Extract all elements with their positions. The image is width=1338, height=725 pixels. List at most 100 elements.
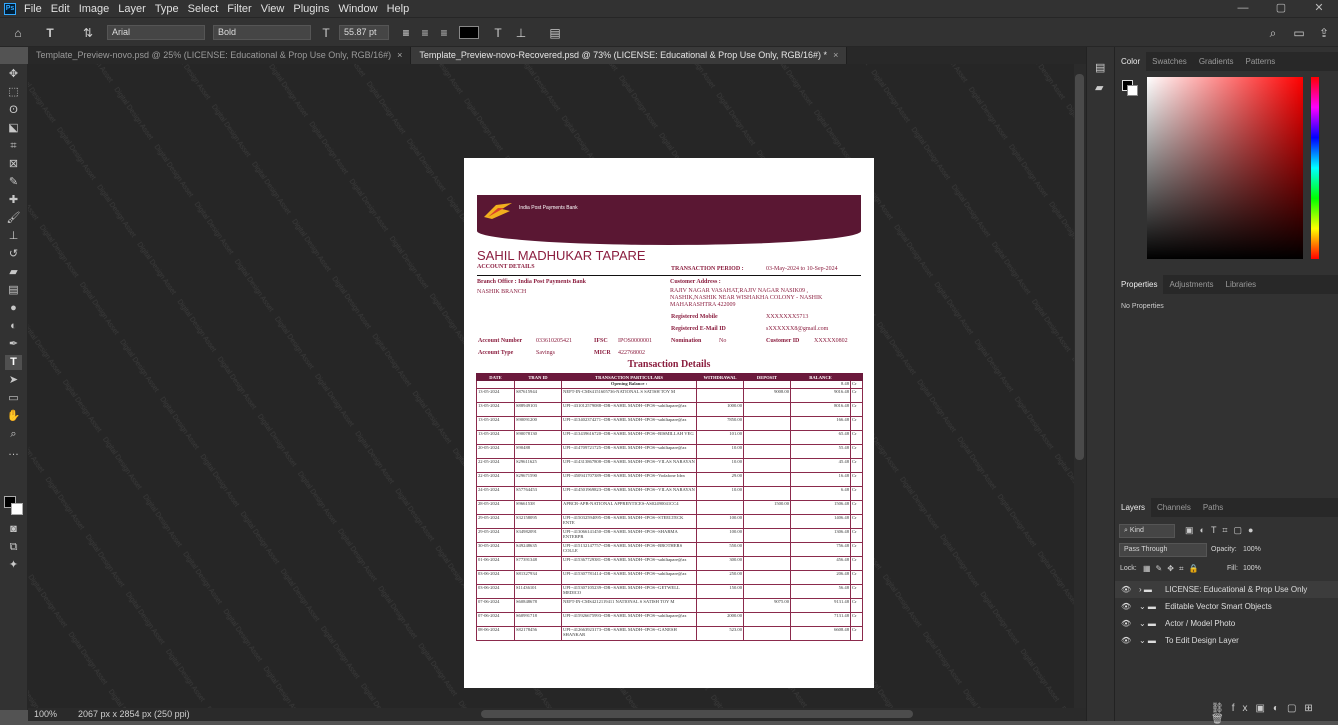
background-color-swatch[interactable] [11,503,23,515]
visibility-eye-icon[interactable]: 👁 [1121,581,1131,598]
menu-help[interactable]: Help [387,3,410,15]
comments-panel-icon[interactable]: ▰ [1095,81,1103,94]
blur-tool-icon[interactable]: ● [5,301,22,316]
color-picker-field[interactable] [1147,77,1303,259]
more-tools-icon[interactable]: … [5,445,22,460]
align-center-icon[interactable]: ≡ [417,25,433,41]
tab-channels[interactable]: Channels [1151,498,1197,517]
customer-id-label: Customer ID [766,338,800,344]
brush-tool-icon[interactable]: 🖌 [5,211,22,226]
quick-mask-icon[interactable]: ◙ [5,522,22,537]
canvas-area[interactable]: Digital Design Asset India Post Payments… [28,64,1086,708]
zoom-level[interactable]: 100% [34,709,57,719]
tab-gradients[interactable]: Gradients [1193,52,1240,71]
horizontal-scroll-thumb[interactable] [481,710,913,718]
eyedropper-tool-icon[interactable]: ✎ [5,175,22,190]
menu-file[interactable]: File [24,3,42,15]
layer-row[interactable]: 👁 ⌄ ▬ Actor / Model Photo [1115,615,1338,632]
gradient-tool-icon[interactable]: ▤ [5,283,22,298]
eraser-tool-icon[interactable]: ▰ [5,265,22,280]
healing-brush-icon[interactable]: ✚ [5,193,22,208]
font-size-field[interactable]: 55.87 pt [339,25,389,40]
rectangle-tool-icon[interactable]: ▭ [5,391,22,406]
share-icon[interactable]: ⇪ [1316,25,1332,41]
bank-statement-document[interactable]: India Post Payments Bank SAHIL MADHUKAR … [464,158,874,688]
minimize-button[interactable]: — [1224,0,1262,17]
photoshop-logo-icon[interactable]: Ps [4,2,16,15]
visibility-eye-icon[interactable]: 👁 [1121,598,1131,615]
table-cell: Cr [850,416,863,431]
tab-patterns[interactable]: Patterns [1240,52,1282,71]
background-color-swatch[interactable] [1127,85,1138,96]
maximize-button[interactable]: ▢ [1262,0,1300,17]
lock-icons[interactable]: ▦✎✥⌗🔒 [1143,564,1203,574]
screen-mode-icon[interactable]: ⧉ [5,540,22,555]
layer-row[interactable]: 👁 ⌄ ▬ To Edit Design Layer [1115,632,1338,649]
marquee-tool-icon[interactable]: ⬚ [5,85,22,100]
close-tab-icon[interactable]: × [833,50,838,60]
tab-paths[interactable]: Paths [1197,498,1229,517]
clone-stamp-icon[interactable]: ⊥ [5,229,22,244]
menu-filter[interactable]: Filter [227,3,251,15]
tab-libraries[interactable]: Libraries [1220,275,1263,294]
home-icon[interactable]: ⌂ [10,25,26,41]
visibility-eye-icon[interactable]: 👁 [1121,632,1131,649]
dodge-tool-icon[interactable]: ◐ [5,319,22,334]
layer-actions-icons[interactable]: ⛓fx▣◐▢⊞🗑 [1211,703,1338,725]
layer-filter-kind[interactable]: ⌕ Kind [1119,524,1175,538]
object-select-tool-icon[interactable]: ⬕ [5,121,22,136]
menu-plugins[interactable]: Plugins [293,3,329,15]
character-panel-icon[interactable]: ▤ [547,25,563,41]
history-brush-icon[interactable]: ↺ [5,247,22,262]
tab-layers[interactable]: Layers [1115,498,1152,517]
layer-row[interactable]: 👁 › ▬ LICENSE: Educational & Prop Use Only [1115,581,1338,598]
menu-select[interactable]: Select [188,3,219,15]
move-tool-icon[interactable]: ✥ [5,67,22,82]
type-tool-icon[interactable]: T [42,25,58,41]
search-icon[interactable]: ⌕ [1265,25,1281,41]
toggle-orientation-icon[interactable]: ⇅ [80,25,96,41]
layer-row[interactable]: 👁 ⌄ ▬ Editable Vector Smart Objects [1115,598,1338,615]
menu-edit[interactable]: Edit [51,3,70,15]
tab-adjustments[interactable]: Adjustments [1163,275,1219,294]
close-tab-icon[interactable]: × [397,50,402,60]
3d-text-icon[interactable]: ⊥ [513,25,529,41]
vertical-scroll-thumb[interactable] [1075,74,1084,460]
zoom-tool-icon[interactable]: ⌕ [5,427,22,442]
opacity-field[interactable]: 100% [1241,543,1275,557]
history-panel-icon[interactable]: ▤ [1095,61,1105,74]
menu-image[interactable]: Image [79,3,110,15]
fill-field[interactable]: 100% [1241,562,1275,576]
text-color-swatch[interactable] [459,26,479,39]
warp-text-icon[interactable]: T [490,25,506,41]
layer-filter-icons[interactable]: ▣◐T⌗▢● [1185,525,1259,536]
close-window-button[interactable]: ✕ [1300,0,1338,17]
blend-mode-select[interactable]: Pass Through [1119,543,1207,557]
menu-type[interactable]: Type [155,3,179,15]
frame-tool-icon[interactable]: ⊠ [5,157,22,172]
tab-doc-2[interactable]: Template_Preview-novo-Recovered.psd @ 73… [411,47,848,64]
menu-layer[interactable]: Layer [118,3,146,15]
menu-view[interactable]: View [261,3,285,15]
tab-properties[interactable]: Properties [1115,275,1164,294]
tab-swatches[interactable]: Swatches [1146,52,1193,71]
workspace-icon[interactable]: ▭ [1291,25,1307,41]
visibility-eye-icon[interactable]: 👁 [1121,615,1131,632]
crop-tool-icon[interactable]: ⌗ [5,139,22,154]
transaction-period-label: TRANSACTION PERIOD : [671,266,744,272]
font-style-select[interactable]: Bold [213,25,311,40]
align-left-icon[interactable]: ≡ [398,25,414,41]
lasso-tool-icon[interactable]: ʘ [5,103,22,118]
menu-window[interactable]: Window [338,3,377,15]
tab-color[interactable]: Color [1115,52,1147,71]
align-right-icon[interactable]: ≡ [436,25,452,41]
font-family-select[interactable]: Arial [107,25,205,40]
document-info[interactable]: 2067 px x 2854 px (250 ppi) [78,709,190,719]
path-select-icon[interactable]: ➤ [5,373,22,388]
hue-slider[interactable] [1311,77,1319,259]
generative-icon[interactable]: ✦ [5,558,22,573]
pen-tool-icon[interactable]: ✒ [5,337,22,352]
tab-doc-1[interactable]: Template_Preview-novo.psd @ 25% (LICENSE… [28,47,412,64]
type-tool-icon[interactable]: T [5,355,22,370]
hand-tool-icon[interactable]: ✋ [5,409,22,424]
